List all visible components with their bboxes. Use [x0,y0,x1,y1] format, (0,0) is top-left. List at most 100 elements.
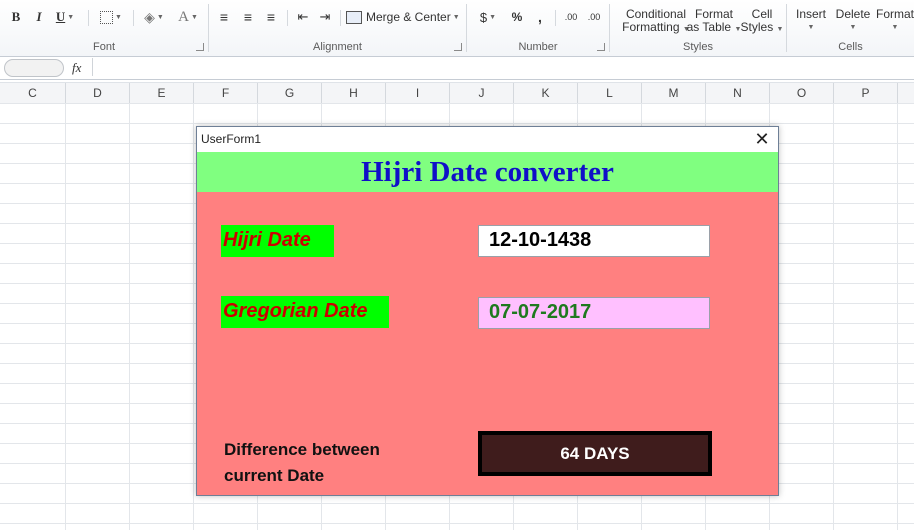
chevron-down-icon: ▼ [115,13,122,21]
align-center-button[interactable]: ≡ [239,8,257,26]
decrease-decimal-button[interactable]: .00 [584,8,604,26]
comma-button[interactable]: , [533,8,547,26]
decrease-indent-button[interactable]: ⇤ [294,8,312,26]
align-right-icon: ≡ [266,9,276,25]
difference-label: Difference between current Date [224,437,380,489]
format-label: Format [875,7,914,21]
ribbon: B I U ▼ ▼ ◈ ▼ A ▼ Font ≡ ≡ ≡ ⇤ ⇥ Merge &… [0,0,914,57]
insert-label: Insert [795,7,826,21]
grid-line [65,103,66,530]
chevron-down-icon: ▼ [891,24,899,31]
column-header[interactable]: E [130,83,194,103]
increase-indent-button[interactable]: ⇥ [316,8,334,26]
delete-button[interactable]: Delete ▼ [833,8,873,34]
align-left-icon: ≡ [219,9,229,25]
formula-input[interactable] [92,58,914,76]
currency-button[interactable]: $ ▼ [475,8,501,26]
chevron-down-icon: ▼ [489,13,497,21]
decrease-decimal-icon: .00 [587,11,601,22]
paint-bucket-icon: ◈ [144,8,155,25]
close-icon[interactable]: ✕ [752,129,772,149]
formula-bar: fx [0,57,914,80]
decrease-indent-icon: ⇤ [297,9,309,24]
grid-line [897,103,898,530]
cell-styles-label-2: Styles [740,20,774,34]
insert-button[interactable]: Insert ▼ [791,8,831,34]
banner: Hijri Date converter [197,152,778,192]
percent-icon: % [511,10,523,24]
conditional-formatting-button[interactable]: Conditional Formatting ▼ [616,8,696,36]
divider [88,10,89,26]
column-header[interactable]: L [578,83,642,103]
grid-line [129,103,130,530]
borders-button[interactable]: ▼ [96,8,126,26]
currency-icon: $ [479,9,488,25]
difference-label-line2: current Date [224,466,325,485]
font-color-button[interactable]: A ▼ [174,8,202,26]
column-header[interactable]: J [450,83,514,103]
difference-value: 64 DAYS [560,443,630,463]
name-box[interactable] [4,59,64,77]
userform-dialog: UserForm1 ✕ Hijri Date converter Hijri D… [196,126,779,496]
comma-icon: , [538,9,542,25]
divider [287,10,288,26]
cells-group-label: Cells [838,41,863,53]
divider [133,10,134,26]
cells-group: Insert ▼ Delete ▼ Format ▼ Cells [787,0,914,56]
column-header[interactable]: P [834,83,898,103]
percent-button[interactable]: % [509,8,525,26]
delete-label: Delete [835,7,871,21]
column-header[interactable]: G [258,83,322,103]
dialog-launcher-icon[interactable] [454,43,462,51]
format-as-table-button[interactable]: Format as Table ▼ [686,8,742,36]
gregorian-date-label: Gregorian Date [221,296,389,328]
difference-label-line1: Difference between [224,440,380,459]
bold-button[interactable]: B [8,8,24,26]
column-header[interactable]: F [194,83,258,103]
chevron-down-icon: ▼ [156,13,164,21]
fill-color-button[interactable]: ◈ ▼ [140,8,168,26]
styles-group-label: Styles [683,41,713,53]
chevron-down-icon: ▼ [452,13,460,21]
increase-decimal-icon: .00 [564,11,578,22]
chevron-down-icon: ▼ [807,24,815,31]
column-header[interactable]: N [706,83,770,103]
cell-styles-button[interactable]: Cell Styles ▼ [740,8,784,36]
column-header[interactable]: I [386,83,450,103]
hijri-date-label: Hijri Date [221,225,334,257]
column-header[interactable]: O [770,83,834,103]
conditional-formatting-label-2: Formatting [622,20,680,34]
chevron-down-icon: ▼ [67,13,75,21]
increase-indent-icon: ⇥ [319,9,331,24]
dialog-title: UserForm1 [201,132,262,146]
column-header[interactable]: C [0,83,66,103]
number-group-label: Number [518,41,558,53]
increase-decimal-button[interactable]: .00 [561,8,581,26]
column-header[interactable]: D [66,83,130,103]
styles-group: Conditional Formatting ▼ Format as Table… [610,0,786,56]
dialog-launcher-icon[interactable] [196,43,204,51]
column-header[interactable]: H [322,83,386,103]
merge-center-label: Merge & Center [366,10,451,24]
form-body: Hijri Date 12-10-1438 Gregorian Date 07-… [197,192,778,495]
gregorian-date-input[interactable]: 07-07-2017 [478,297,710,329]
align-right-button[interactable]: ≡ [262,8,280,26]
dialog-launcher-icon[interactable] [597,43,605,51]
column-header[interactable]: M [642,83,706,103]
dialog-titlebar[interactable]: UserForm1 ✕ [197,127,778,152]
chevron-down-icon: ▼ [849,24,857,31]
column-header[interactable]: K [514,83,578,103]
format-button[interactable]: Format ▼ [875,8,914,34]
hijri-date-input[interactable]: 12-10-1438 [478,225,710,257]
underline-button[interactable]: U ▼ [53,8,77,26]
insert-function-icon[interactable]: fx [72,60,81,76]
merge-center-button[interactable]: Merge & Center ▼ [346,8,462,26]
italic-button[interactable]: I [31,8,47,26]
chevron-down-icon: ▼ [776,26,784,33]
format-as-table-label-2: as Table [686,20,732,34]
underline-glyph: U [55,9,66,24]
align-left-button[interactable]: ≡ [215,8,233,26]
merge-icon [346,10,362,24]
font-color-icon: A [178,8,189,25]
banner-title: Hijri Date converter [361,155,614,188]
